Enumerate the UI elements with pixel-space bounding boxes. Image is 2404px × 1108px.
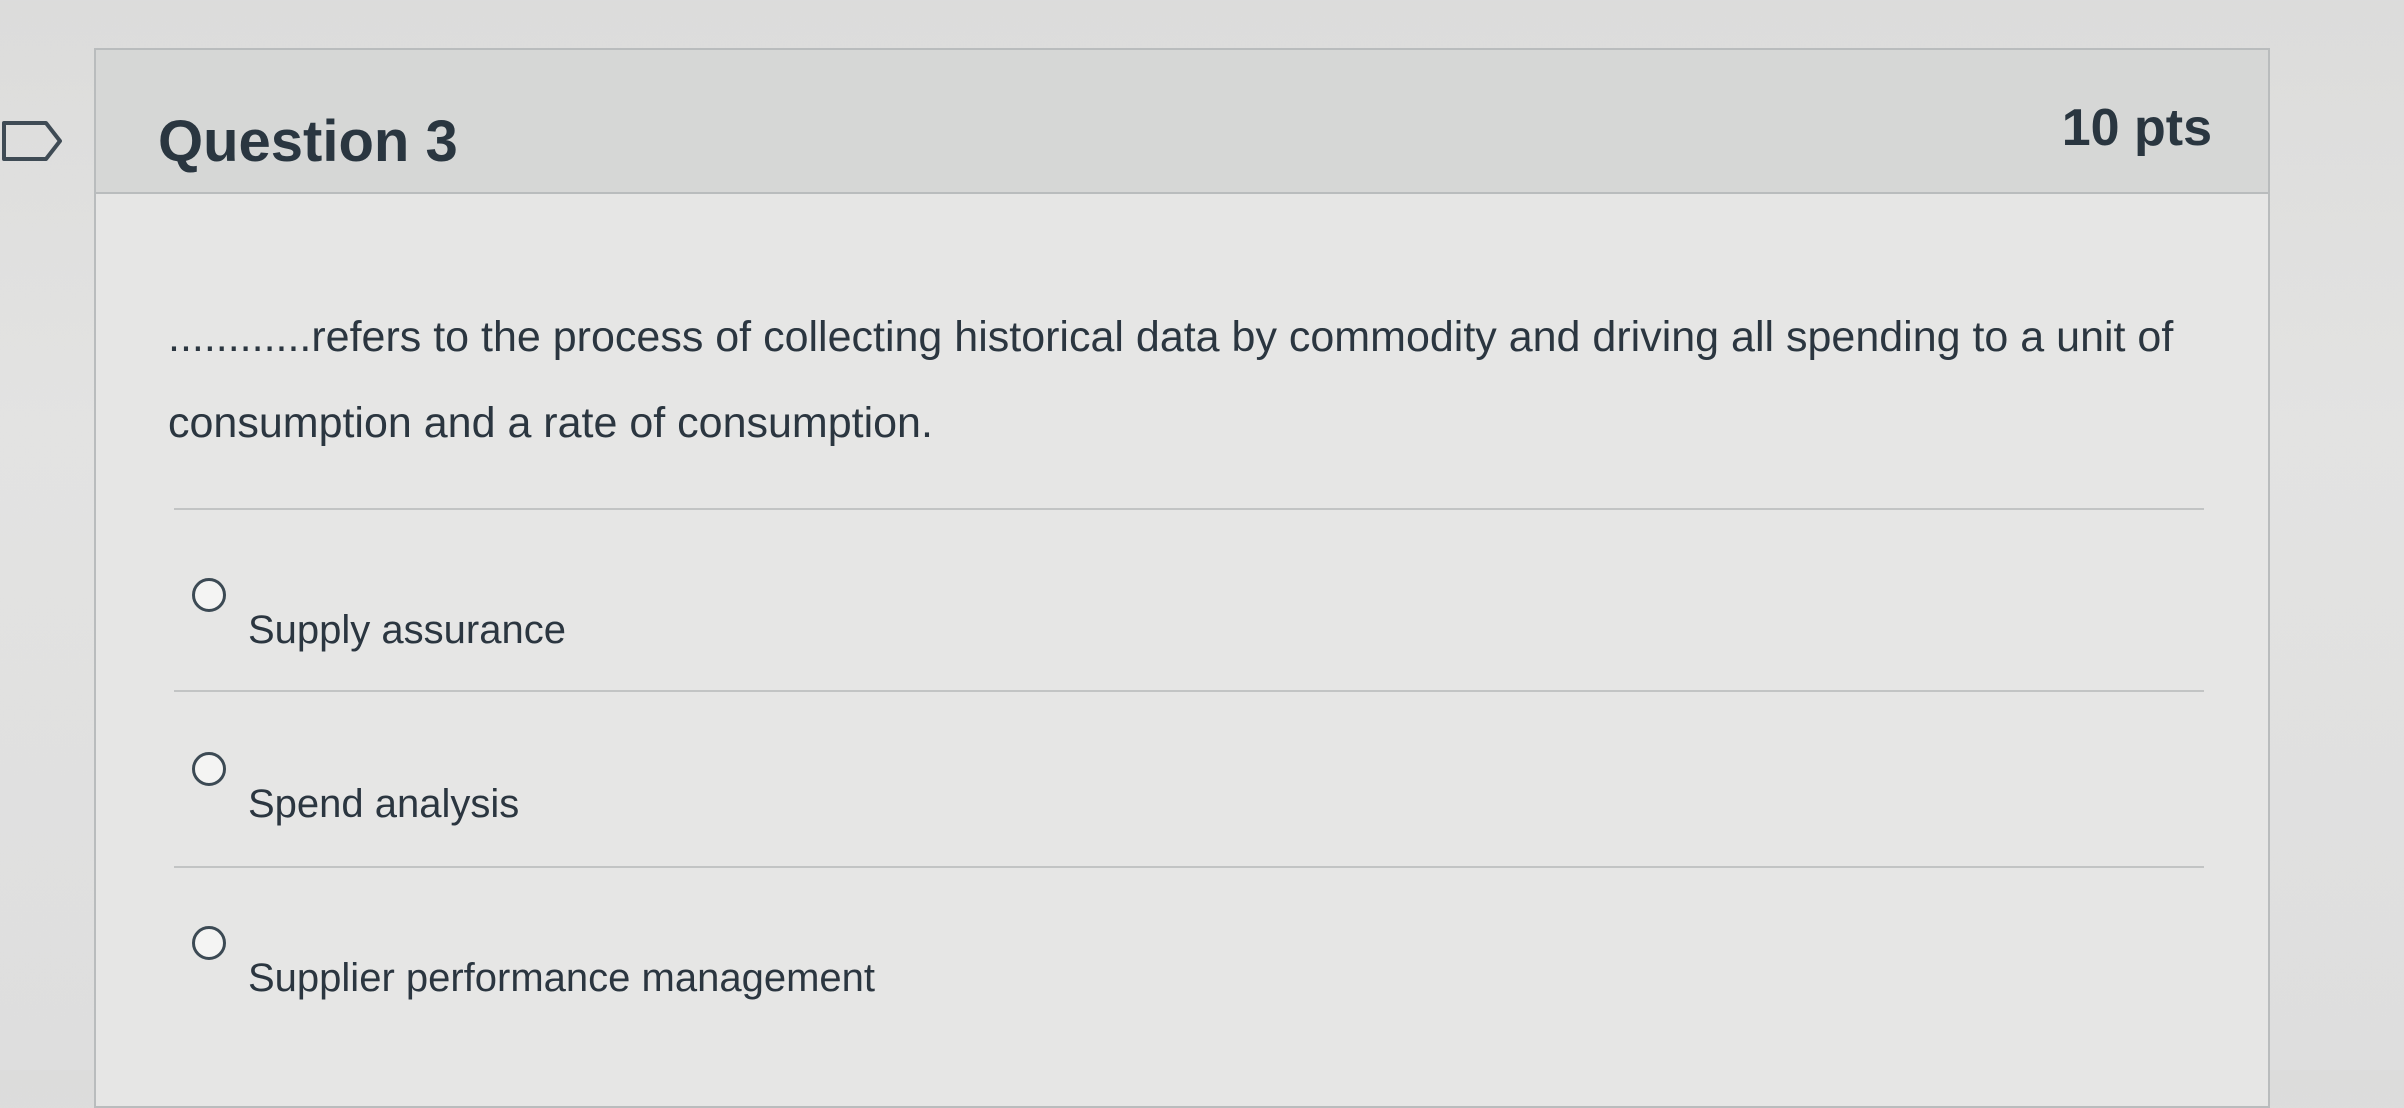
radio-icon[interactable]: [192, 752, 226, 786]
radio-icon[interactable]: [192, 926, 226, 960]
answer-divider: [174, 508, 2204, 510]
answer-label[interactable]: Supplier performance management: [248, 956, 875, 1001]
answer-label[interactable]: Spend analysis: [248, 782, 519, 827]
radio-icon[interactable]: [192, 578, 226, 612]
flag-question-icon[interactable]: [0, 117, 64, 165]
question-title: Question 3: [158, 109, 458, 174]
question-text: ............refers to the process of col…: [168, 313, 2174, 447]
answer-option-spend-analysis[interactable]: Spend analysis: [192, 752, 2092, 862]
answer-option-supplier-performance-management[interactable]: Supplier performance management: [192, 926, 2092, 1036]
answer-option-supply-assurance[interactable]: Supply assurance: [192, 578, 2092, 688]
answer-divider: [174, 690, 2204, 692]
question-points: 10 pts: [2061, 99, 2212, 157]
question-header: Question 3 10 pts: [96, 50, 2268, 194]
answer-label[interactable]: Supply assurance: [248, 608, 566, 653]
question-card: Question 3 10 pts ............refers to …: [94, 48, 2270, 1108]
answer-divider: [174, 866, 2204, 868]
